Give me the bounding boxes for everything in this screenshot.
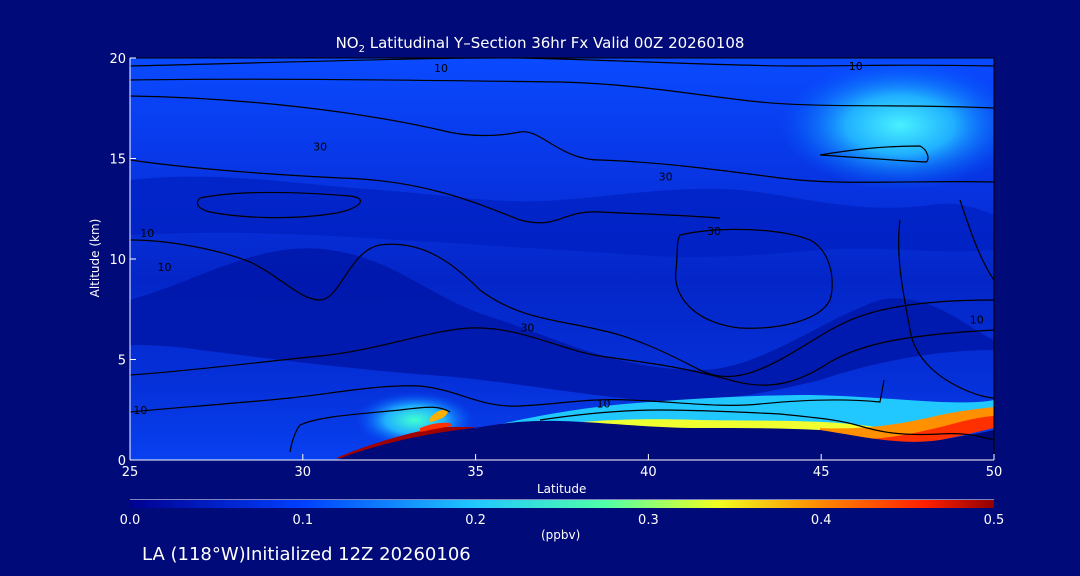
chart-root: NO2 Latitudinal Y–Section 36hr Fx Valid … <box>0 0 1080 576</box>
contour-label: 10 <box>970 313 984 326</box>
colorbar-ticks: 0.0 0.1 0.2 0.3 0.4 0.5 <box>120 513 1005 528</box>
x-tick-label: 30 <box>295 465 312 480</box>
upper-plume <box>780 60 994 190</box>
colorbar-tick-label: 0.0 <box>120 513 141 528</box>
contour-label: 30 <box>707 225 721 238</box>
footer-label: LA (118°W)Initialized 12Z 20260106 <box>142 544 471 565</box>
contour-label: 10 <box>434 62 448 75</box>
colorbar-tick-label: 0.4 <box>811 513 832 528</box>
contour-label: 10 <box>133 404 147 417</box>
x-tick-label: 40 <box>640 465 657 480</box>
contour-label: 30 <box>520 321 534 334</box>
y-axis-title: Altitude (km) <box>88 218 102 298</box>
plot-area <box>130 58 994 460</box>
y-tick-label: 10 <box>109 253 126 268</box>
x-tick-label: 50 <box>986 465 1003 480</box>
y-tick-label: 20 <box>109 52 126 67</box>
contour-label: 10 <box>849 60 863 73</box>
contour-label: 10 <box>158 261 172 274</box>
y-tick-label: 5 <box>118 354 126 369</box>
contour-label: 10 <box>596 398 610 411</box>
x-tick-label: 45 <box>813 465 830 480</box>
contour-label: 30 <box>313 140 327 153</box>
contour-label: 10 <box>140 227 154 240</box>
colorbar-tick-label: 0.3 <box>638 513 659 528</box>
colorbar-tick-label: 0.5 <box>984 513 1005 528</box>
colorbar-units: (ppbv) <box>541 528 581 542</box>
x-axis-title: Latitude <box>537 482 587 496</box>
colorbar <box>130 500 994 508</box>
y-tick-label: 15 <box>109 153 126 168</box>
x-tick-label: 35 <box>467 465 484 480</box>
y-tick-label: 0 <box>118 454 126 469</box>
colorbar-tick-label: 0.1 <box>292 513 313 528</box>
contour-label: 30 <box>659 171 673 184</box>
colorbar-tick-label: 0.2 <box>465 513 486 528</box>
